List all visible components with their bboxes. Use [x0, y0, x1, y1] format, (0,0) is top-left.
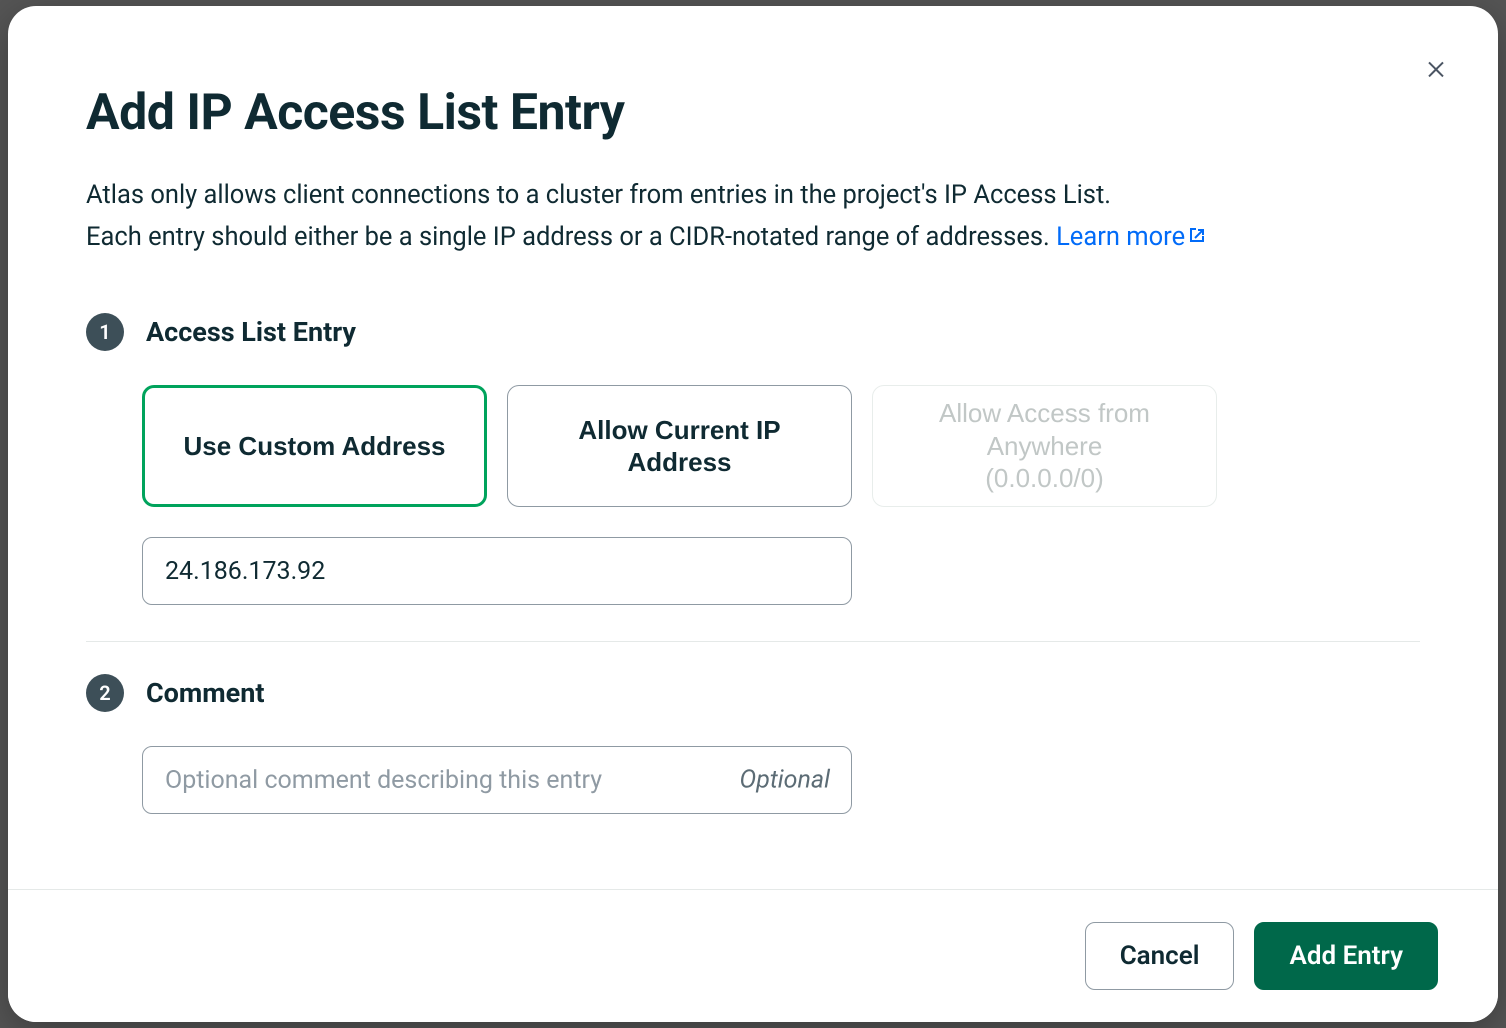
section-title-2: Comment	[146, 677, 265, 709]
comment-input-wrap: Optional	[142, 746, 852, 814]
option-row: Use Custom Address Allow Current IP Addr…	[142, 385, 1420, 507]
section-header-2: 2 Comment	[86, 674, 1420, 712]
step2-content: Optional	[86, 746, 1420, 814]
option-allow-current-ip[interactable]: Allow Current IP Address	[507, 385, 852, 507]
option-use-custom-address[interactable]: Use Custom Address	[142, 385, 487, 507]
comment-input[interactable]	[142, 746, 852, 814]
learn-more-label: Learn more	[1056, 222, 1185, 252]
option-allow-anywhere: Allow Access from Anywhere (0.0.0.0/0)	[872, 385, 1217, 507]
section-access-list-entry: 1 Access List Entry Use Custom Address A…	[86, 313, 1420, 605]
section-comment: 2 Comment Optional	[86, 674, 1420, 814]
modal-body: Add IP Access List Entry Atlas only allo…	[8, 6, 1498, 889]
step-badge-2: 2	[86, 674, 124, 712]
option-label: Use Custom Address	[184, 430, 446, 463]
ip-address-input[interactable]	[142, 537, 852, 605]
section-header-1: 1 Access List Entry	[86, 313, 1420, 351]
modal-description-line1: Atlas only allows client connections to …	[86, 180, 1111, 210]
add-entry-button[interactable]: Add Entry	[1254, 922, 1438, 990]
section-title-1: Access List Entry	[146, 316, 356, 348]
add-ip-access-modal: Add IP Access List Entry Atlas only allo…	[8, 6, 1498, 1022]
step1-content: Use Custom Address Allow Current IP Addr…	[86, 385, 1420, 605]
close-button[interactable]	[1416, 48, 1456, 88]
step-badge-1: 1	[86, 313, 124, 351]
external-link-icon	[1189, 216, 1205, 256]
section-divider	[86, 641, 1420, 642]
close-icon	[1424, 56, 1448, 80]
ip-input-wrap	[142, 537, 852, 605]
modal-footer: Cancel Add Entry	[8, 889, 1498, 1022]
option-label-line1: Allow Access from Anywhere	[909, 397, 1180, 462]
cancel-button[interactable]: Cancel	[1085, 922, 1235, 990]
modal-description: Atlas only allows client connections to …	[86, 176, 1286, 257]
option-label: Allow Current IP Address	[544, 414, 815, 479]
modal-description-line2: Each entry should either be a single IP …	[86, 222, 1056, 252]
option-label-line2: (0.0.0.0/0)	[985, 462, 1104, 495]
modal-title: Add IP Access List Entry	[86, 84, 1420, 142]
learn-more-link[interactable]: Learn more	[1056, 222, 1205, 252]
